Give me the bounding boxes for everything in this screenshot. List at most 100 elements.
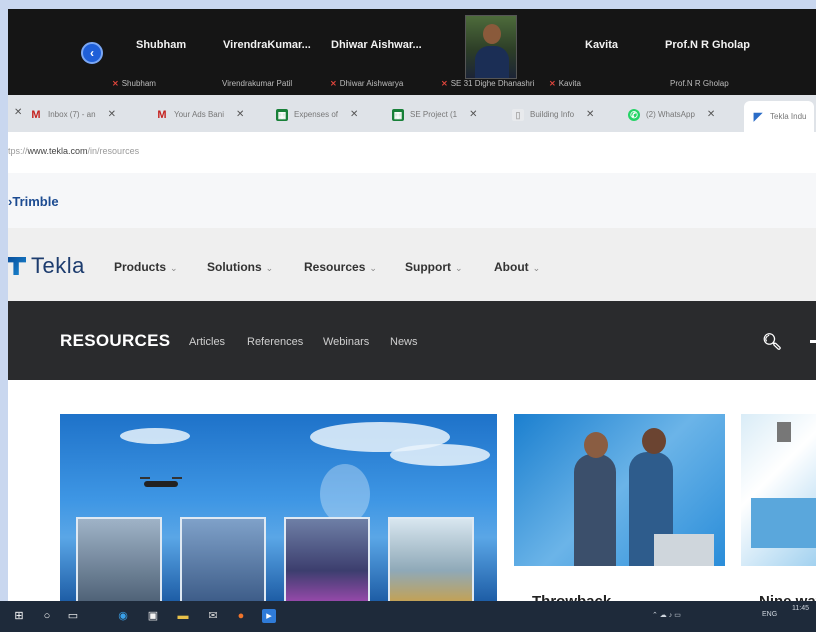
tab-label: SE Project (1 bbox=[410, 110, 458, 119]
mic-muted-icon: ⨯ bbox=[549, 79, 556, 88]
chevron-down-icon: ⌄ bbox=[532, 263, 541, 273]
participant-subtitle: ⨯ Kavita bbox=[549, 79, 581, 88]
participant-subtitle: ⨯ SE 31 Dighe Dhanashri bbox=[441, 79, 535, 88]
window-frame-top bbox=[0, 0, 816, 9]
store-icon[interactable]: ▣ bbox=[146, 609, 160, 623]
windows-taskbar: ⊞ ○ ▭ ◉ ▣ ▬ ✉ ● ▸ ⌃ ☁ ♪ ▭ ENG 11:45 bbox=[0, 601, 816, 632]
close-icon[interactable]: ✕ bbox=[14, 107, 22, 118]
browser-tab[interactable]: ▦ SE Project (1 ✕ bbox=[392, 101, 478, 128]
participant-subtitle: Virendrakumar Patil bbox=[222, 79, 293, 88]
subnav-link-news[interactable]: News bbox=[390, 336, 418, 348]
gmail-icon: M bbox=[157, 108, 167, 121]
gmail-icon: M bbox=[31, 108, 41, 121]
hero-thumbnail bbox=[180, 517, 266, 601]
mail-icon[interactable]: ✉ bbox=[206, 609, 220, 623]
lamp-graphic bbox=[777, 422, 791, 442]
mic-muted-icon: ⨯ bbox=[441, 79, 448, 88]
browser-tab[interactable]: ▦ Expenses of ✕ bbox=[276, 101, 358, 128]
nav-item-support[interactable]: Support ⌄ bbox=[405, 260, 463, 274]
nav-item-products[interactable]: Products ⌄ bbox=[114, 260, 178, 274]
nav-item-about[interactable]: About ⌄ bbox=[494, 260, 540, 274]
subnav-link-webinars[interactable]: Webinars bbox=[323, 336, 369, 348]
card-title[interactable]: Nine ways bbox=[759, 593, 816, 601]
article-card-image[interactable] bbox=[514, 414, 725, 566]
windows-start-icon[interactable]: ⊞ bbox=[12, 609, 26, 623]
url-text[interactable]: tps://www.tekla.com/in/resources bbox=[8, 146, 139, 156]
nav-item-resources[interactable]: Resources ⌄ bbox=[304, 260, 377, 274]
participant-subtitle: ⨯ Shubham bbox=[112, 79, 156, 88]
cloud bbox=[390, 444, 490, 466]
section-title: RESOURCES bbox=[60, 331, 171, 350]
language-indicator[interactable]: ENG bbox=[762, 611, 777, 618]
resources-subnav: RESOURCES Articles References Webinars N… bbox=[8, 301, 816, 380]
tab-label: Building Info bbox=[530, 110, 575, 119]
browser-tab[interactable]: M Inbox (7) - an ✕ bbox=[30, 101, 116, 128]
tekla-icon: ◤ bbox=[753, 110, 763, 123]
chevron-down-icon: ⌄ bbox=[455, 263, 463, 273]
trimble-logo[interactable]: ›Trimble bbox=[8, 194, 59, 209]
hero-thumbnail bbox=[388, 517, 474, 601]
firefox-icon[interactable]: ● bbox=[234, 609, 248, 623]
laptop-graphic bbox=[654, 534, 714, 566]
browser-tab[interactable]: M Your Ads Bani ✕ bbox=[156, 101, 244, 128]
close-icon[interactable]: ✕ bbox=[350, 109, 358, 120]
close-icon[interactable]: ✕ bbox=[108, 109, 116, 120]
zoom-icon[interactable]: ▸ bbox=[262, 609, 276, 623]
browser-tab-active[interactable]: ◤ Tekla Indu bbox=[744, 101, 815, 132]
clock[interactable]: 11:45 bbox=[792, 605, 809, 612]
search-icon[interactable]: ○ bbox=[40, 609, 54, 623]
mic-muted-icon: ⨯ bbox=[330, 79, 337, 88]
participant-subtitle: Prof.N R Gholap bbox=[670, 79, 729, 88]
tab-label: (2) WhatsApp bbox=[646, 110, 695, 119]
cloud bbox=[120, 428, 190, 444]
article-card-image[interactable] bbox=[741, 414, 816, 566]
participant-video[interactable] bbox=[465, 15, 517, 79]
menu-icon[interactable] bbox=[810, 340, 816, 343]
close-icon[interactable]: ✕ bbox=[469, 109, 477, 120]
tray-icons[interactable]: ⌃ ☁ ♪ ▭ bbox=[652, 611, 681, 619]
browser-tab[interactable]: ▯ Building Info ✕ bbox=[512, 101, 594, 128]
video-person-body bbox=[475, 46, 509, 78]
taskbar-sep bbox=[90, 609, 104, 623]
edge-icon[interactable]: ◉ bbox=[116, 609, 130, 623]
person-figure bbox=[574, 454, 616, 566]
browser-tab[interactable]: ✆ (2) WhatsApp ✕ bbox=[628, 101, 715, 128]
sheets-icon: ▦ bbox=[276, 108, 288, 121]
subnav-link-articles[interactable]: Articles bbox=[189, 336, 225, 348]
collapse-strip-icon[interactable]: ‹ bbox=[81, 42, 103, 64]
hero-thumbnail bbox=[76, 517, 162, 601]
logo-text: Tekla bbox=[31, 253, 85, 278]
doc-icon: ▯ bbox=[512, 108, 524, 121]
search-icon[interactable]: 🔍︎ bbox=[762, 332, 782, 352]
tekla-logo-icon bbox=[8, 257, 26, 275]
tekla-logo[interactable]: Tekla bbox=[8, 253, 85, 279]
person-head bbox=[642, 428, 666, 454]
window-frame-left bbox=[0, 9, 8, 601]
chevron-down-icon: ⌄ bbox=[265, 263, 274, 273]
mic-muted-icon: ⨯ bbox=[112, 79, 119, 88]
card-title[interactable]: Throwback bbox=[532, 593, 611, 601]
participant-name: Shubham bbox=[136, 39, 187, 51]
chevron-down-icon: ⌄ bbox=[369, 263, 377, 273]
close-icon[interactable]: ✕ bbox=[586, 109, 594, 120]
drone-graphic bbox=[140, 477, 182, 487]
file-explorer-icon[interactable]: ▬ bbox=[176, 609, 190, 623]
hero-thumbnail bbox=[284, 517, 370, 601]
browser-tab-strip: ✕ M Inbox (7) - an ✕ M Your Ads Bani ✕ ▦… bbox=[8, 95, 816, 132]
address-bar[interactable]: tps://www.tekla.com/in/resources bbox=[8, 132, 816, 174]
desk-graphic bbox=[751, 498, 816, 548]
subnav-link-references[interactable]: References bbox=[247, 336, 303, 348]
tab-label: Tekla Indu bbox=[770, 112, 807, 121]
tab-label: Expenses of bbox=[294, 110, 339, 119]
participant-name: VirendraKumar... bbox=[223, 39, 311, 51]
sheets-icon: ▦ bbox=[392, 108, 404, 121]
video-person-head bbox=[483, 24, 501, 44]
close-icon[interactable]: ✕ bbox=[236, 109, 244, 120]
nav-item-solutions[interactable]: Solutions ⌄ bbox=[207, 260, 273, 274]
whatsapp-icon: ✆ bbox=[628, 108, 640, 121]
hero-card-image[interactable] bbox=[60, 414, 497, 601]
task-view-icon[interactable]: ▭ bbox=[66, 609, 80, 623]
participant-subtitle: ⨯ Dhiwar Aishwarya bbox=[330, 79, 404, 88]
close-icon[interactable]: ✕ bbox=[707, 109, 715, 120]
tab-label: Your Ads Bani bbox=[174, 110, 224, 119]
